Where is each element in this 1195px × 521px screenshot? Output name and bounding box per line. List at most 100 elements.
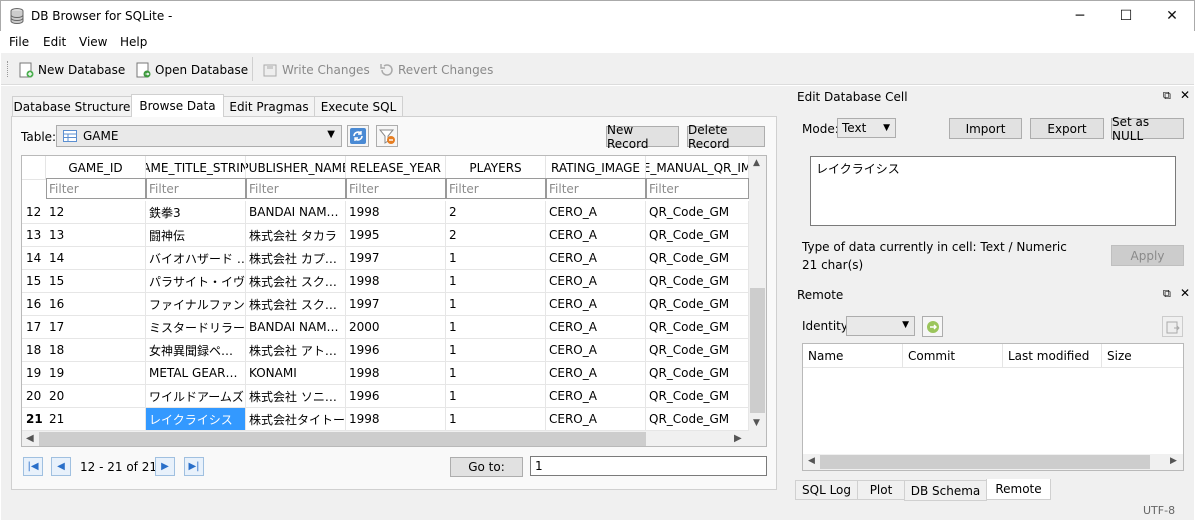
scroll-right-icon[interactable]: ▶ bbox=[1170, 456, 1177, 466]
row-number[interactable]: 12 bbox=[22, 201, 46, 224]
grid-cell[interactable]: レイクライシス bbox=[146, 408, 246, 431]
column-header[interactable]: RELEASE_YEAR bbox=[346, 156, 446, 180]
close-button[interactable]: ✕ bbox=[1149, 1, 1195, 31]
grid-cell[interactable]: 闘神伝 bbox=[146, 224, 246, 247]
grid-cell[interactable]: 19 bbox=[46, 362, 146, 385]
row-number[interactable]: 21 bbox=[22, 408, 46, 431]
grid-cell[interactable]: 18 bbox=[46, 339, 146, 362]
tab-sql-log[interactable]: SQL Log bbox=[795, 480, 858, 500]
grid-cell[interactable]: 1 bbox=[446, 339, 546, 362]
grid-cell[interactable]: 1997 bbox=[346, 247, 446, 270]
grid-cell[interactable]: 女神異聞録ペ… bbox=[146, 339, 246, 362]
clear-filters-button[interactable] bbox=[376, 125, 398, 147]
filter-input[interactable]: Filter bbox=[346, 178, 446, 199]
revert-changes-button[interactable]: Revert Changes bbox=[378, 60, 493, 80]
next-record-button[interactable]: ▶ bbox=[155, 457, 175, 476]
grid-cell[interactable]: QR_Code_GM bbox=[646, 362, 749, 385]
grid-cell[interactable]: QR_Code_GM bbox=[646, 408, 749, 431]
grid-cell[interactable]: CERO_A bbox=[546, 247, 646, 270]
grid-cell[interactable]: 株式会社タイトー bbox=[246, 408, 346, 431]
grid-cell[interactable]: 12 bbox=[46, 201, 146, 224]
close-dock-icon[interactable]: ✕ bbox=[1180, 88, 1190, 102]
grid-cell[interactable]: 1 bbox=[446, 247, 546, 270]
grid-cell[interactable]: 16 bbox=[46, 293, 146, 316]
float-dock-icon[interactable]: ⧉ bbox=[1163, 287, 1171, 301]
column-header[interactable]: GAME_ID bbox=[46, 156, 146, 180]
export-button[interactable]: Export bbox=[1030, 118, 1104, 139]
grid-cell[interactable]: 株式会社 タカラ bbox=[246, 224, 346, 247]
grid-cell[interactable]: 1 bbox=[446, 293, 546, 316]
new-database-button[interactable]: New Database bbox=[18, 60, 125, 80]
grid-cell[interactable]: KONAMI bbox=[246, 362, 346, 385]
grid-cell[interactable]: 株式会社 スク… bbox=[246, 270, 346, 293]
grid-cell[interactable]: 14 bbox=[46, 247, 146, 270]
grid-cell[interactable]: 1 bbox=[446, 270, 546, 293]
column-header[interactable]: RATING_IMAGE bbox=[546, 156, 646, 180]
grid-cell[interactable]: 1996 bbox=[346, 339, 446, 362]
minimize-button[interactable]: ─ bbox=[1057, 1, 1103, 31]
column-header[interactable]: PUBLISHER_NAME bbox=[246, 156, 346, 180]
grid-cell[interactable]: QR_Code_GM bbox=[646, 339, 749, 362]
float-dock-icon[interactable]: ⧉ bbox=[1163, 89, 1171, 103]
scroll-up-icon[interactable]: ▲ bbox=[753, 158, 760, 168]
column-header[interactable]: PLAYERS bbox=[446, 156, 546, 180]
grid-cell[interactable]: CERO_A bbox=[546, 270, 646, 293]
grid-cell[interactable]: CERO_A bbox=[546, 339, 646, 362]
tab-database-structure[interactable]: Database Structure bbox=[12, 96, 132, 116]
first-record-button[interactable]: |◀ bbox=[23, 457, 43, 476]
row-number[interactable]: 18 bbox=[22, 339, 46, 362]
horizontal-scroll-thumb[interactable] bbox=[39, 432, 646, 446]
row-number[interactable]: 19 bbox=[22, 362, 46, 385]
filter-input[interactable]: Filter bbox=[146, 178, 246, 199]
grid-cell[interactable]: CERO_A bbox=[546, 316, 646, 339]
filter-input[interactable]: Filter bbox=[446, 178, 546, 199]
grid-cell[interactable]: 1996 bbox=[346, 385, 446, 408]
maximize-button[interactable]: ☐ bbox=[1103, 1, 1149, 31]
cell-editor[interactable]: レイクライシス bbox=[810, 156, 1176, 226]
tab-remote[interactable]: Remote bbox=[986, 479, 1051, 500]
grid-cell[interactable]: 鉄拳3 bbox=[146, 201, 246, 224]
scroll-left-icon[interactable]: ◀ bbox=[808, 456, 815, 466]
identity-select[interactable]: ▼ bbox=[846, 316, 915, 336]
grid-cell[interactable]: 株式会社 アト… bbox=[246, 339, 346, 362]
new-record-button[interactable]: New Record bbox=[606, 123, 679, 151]
mode-select[interactable]: Text ▼ bbox=[837, 118, 896, 138]
grid-cell[interactable]: CERO_A bbox=[546, 408, 646, 431]
tab-plot[interactable]: Plot bbox=[857, 480, 905, 500]
grid-cell[interactable]: 1 bbox=[446, 408, 546, 431]
tab-edit-pragmas[interactable]: Edit Pragmas bbox=[223, 96, 315, 116]
tab-execute-sql[interactable]: Execute SQL bbox=[314, 96, 403, 116]
import-button[interactable]: Import bbox=[949, 118, 1022, 139]
grid-cell[interactable]: BANDAI NAM… bbox=[246, 316, 346, 339]
grid-cell[interactable]: 1997 bbox=[346, 293, 446, 316]
remote-column-header[interactable]: Name bbox=[808, 349, 843, 363]
apply-button[interactable]: Apply bbox=[1111, 245, 1184, 266]
row-number[interactable]: 16 bbox=[22, 293, 46, 316]
grid-cell[interactable]: 20 bbox=[46, 385, 146, 408]
grid-cell[interactable]: QR_Code_GM bbox=[646, 224, 749, 247]
column-header[interactable]: AME_TITLE_STRIN bbox=[146, 156, 246, 180]
grid-cell[interactable]: CERO_A bbox=[546, 293, 646, 316]
grid-cell[interactable]: 株式会社 ソニ… bbox=[246, 385, 346, 408]
grid-cell[interactable]: QR_Code_GM bbox=[646, 293, 749, 316]
close-dock-icon[interactable]: ✕ bbox=[1180, 286, 1190, 300]
grid-cell[interactable]: パラサイト・イヴ bbox=[146, 270, 246, 293]
grid-cell[interactable]: METAL GEAR… bbox=[146, 362, 246, 385]
grid-cell[interactable]: QR_Code_GM bbox=[646, 201, 749, 224]
scroll-left-icon[interactable]: ◀ bbox=[26, 433, 34, 444]
remote-column-header[interactable]: Last modified bbox=[1008, 349, 1089, 363]
remote-column-header[interactable]: Commit bbox=[908, 349, 955, 363]
grid-cell[interactable]: CERO_A bbox=[546, 385, 646, 408]
vertical-scroll-thumb[interactable] bbox=[750, 288, 765, 413]
filter-input[interactable]: Filter bbox=[246, 178, 346, 199]
horizontal-scrollbar[interactable]: ◀ ▶ bbox=[22, 431, 749, 446]
grid-cell[interactable]: 1 bbox=[446, 316, 546, 339]
grid-cell[interactable]: バイオハザード … bbox=[146, 247, 246, 270]
scroll-down-icon[interactable]: ▼ bbox=[753, 418, 760, 428]
grid-cell[interactable]: ファイナルファン… bbox=[146, 293, 246, 316]
row-number[interactable]: 15 bbox=[22, 270, 46, 293]
row-number[interactable]: 20 bbox=[22, 385, 46, 408]
goto-input[interactable]: 1 bbox=[530, 456, 767, 476]
table-select[interactable]: GAME ▼ bbox=[56, 125, 342, 147]
grid-cell[interactable]: CERO_A bbox=[546, 362, 646, 385]
